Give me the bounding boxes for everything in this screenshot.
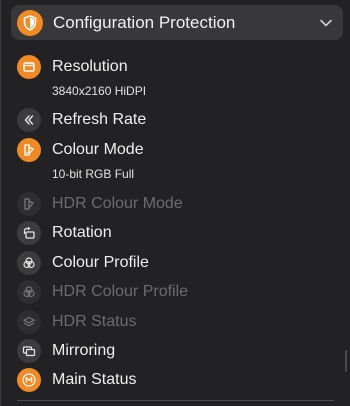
menu-item-main-status[interactable]: Main Status <box>17 367 136 393</box>
configuration-protection-menu: Configuration Protection Resolution 3840… <box>0 0 350 406</box>
header-title: Configuration Protection <box>53 12 236 32</box>
display-icon <box>17 55 41 79</box>
divider <box>17 400 334 401</box>
menu-item-hdr-status: HDR Status <box>17 309 136 335</box>
menu-item-label: Resolution <box>52 58 128 75</box>
configuration-protection-header[interactable]: Configuration Protection <box>11 5 343 40</box>
menu-item-label: HDR Status <box>52 313 137 330</box>
colour-mode-icon <box>17 138 41 162</box>
menu-item-label: Mirroring <box>52 342 116 359</box>
menu-item-label: Colour Mode <box>52 141 144 158</box>
resolution-value: 3840x2160 HiDPI <box>52 84 147 98</box>
menu-item-label: Rotation <box>52 224 112 241</box>
menu-item-hdr-colour-mode: HDR Colour Mode <box>17 191 183 217</box>
scrollbar[interactable] <box>345 350 347 372</box>
rotation-icon <box>17 221 41 245</box>
menu-item-colour-mode[interactable]: Colour Mode <box>17 137 144 163</box>
shield-icon <box>17 9 43 36</box>
menu-item-rotation[interactable]: Rotation <box>17 220 112 246</box>
menu-item-label: HDR Colour Profile <box>52 283 189 300</box>
colour-profile-icon <box>17 280 41 304</box>
menu-item-label: Colour Profile <box>52 254 149 271</box>
colour-mode-icon <box>17 192 41 216</box>
menu-item-hdr-colour-profile: HDR Colour Profile <box>17 279 188 305</box>
colour-profile-icon <box>17 251 41 275</box>
layers-icon <box>17 310 41 334</box>
menu-item-resolution[interactable]: Resolution <box>17 54 128 80</box>
mirroring-icon <box>17 339 41 363</box>
menu-item-refresh-rate[interactable]: Refresh Rate <box>17 107 146 133</box>
colour-mode-value: 10-bit RGB Full <box>52 167 135 181</box>
double-chevron-left-icon <box>17 108 41 132</box>
menu-item-label: Refresh Rate <box>52 111 147 128</box>
main-status-icon <box>17 368 41 392</box>
menu-item-mirroring[interactable]: Mirroring <box>17 338 115 364</box>
menu-item-label: HDR Colour Mode <box>52 195 183 212</box>
menu-item-colour-profile[interactable]: Colour Profile <box>17 250 149 276</box>
chevron-down-icon[interactable] <box>319 16 333 30</box>
menu-item-label: Main Status <box>52 371 137 388</box>
